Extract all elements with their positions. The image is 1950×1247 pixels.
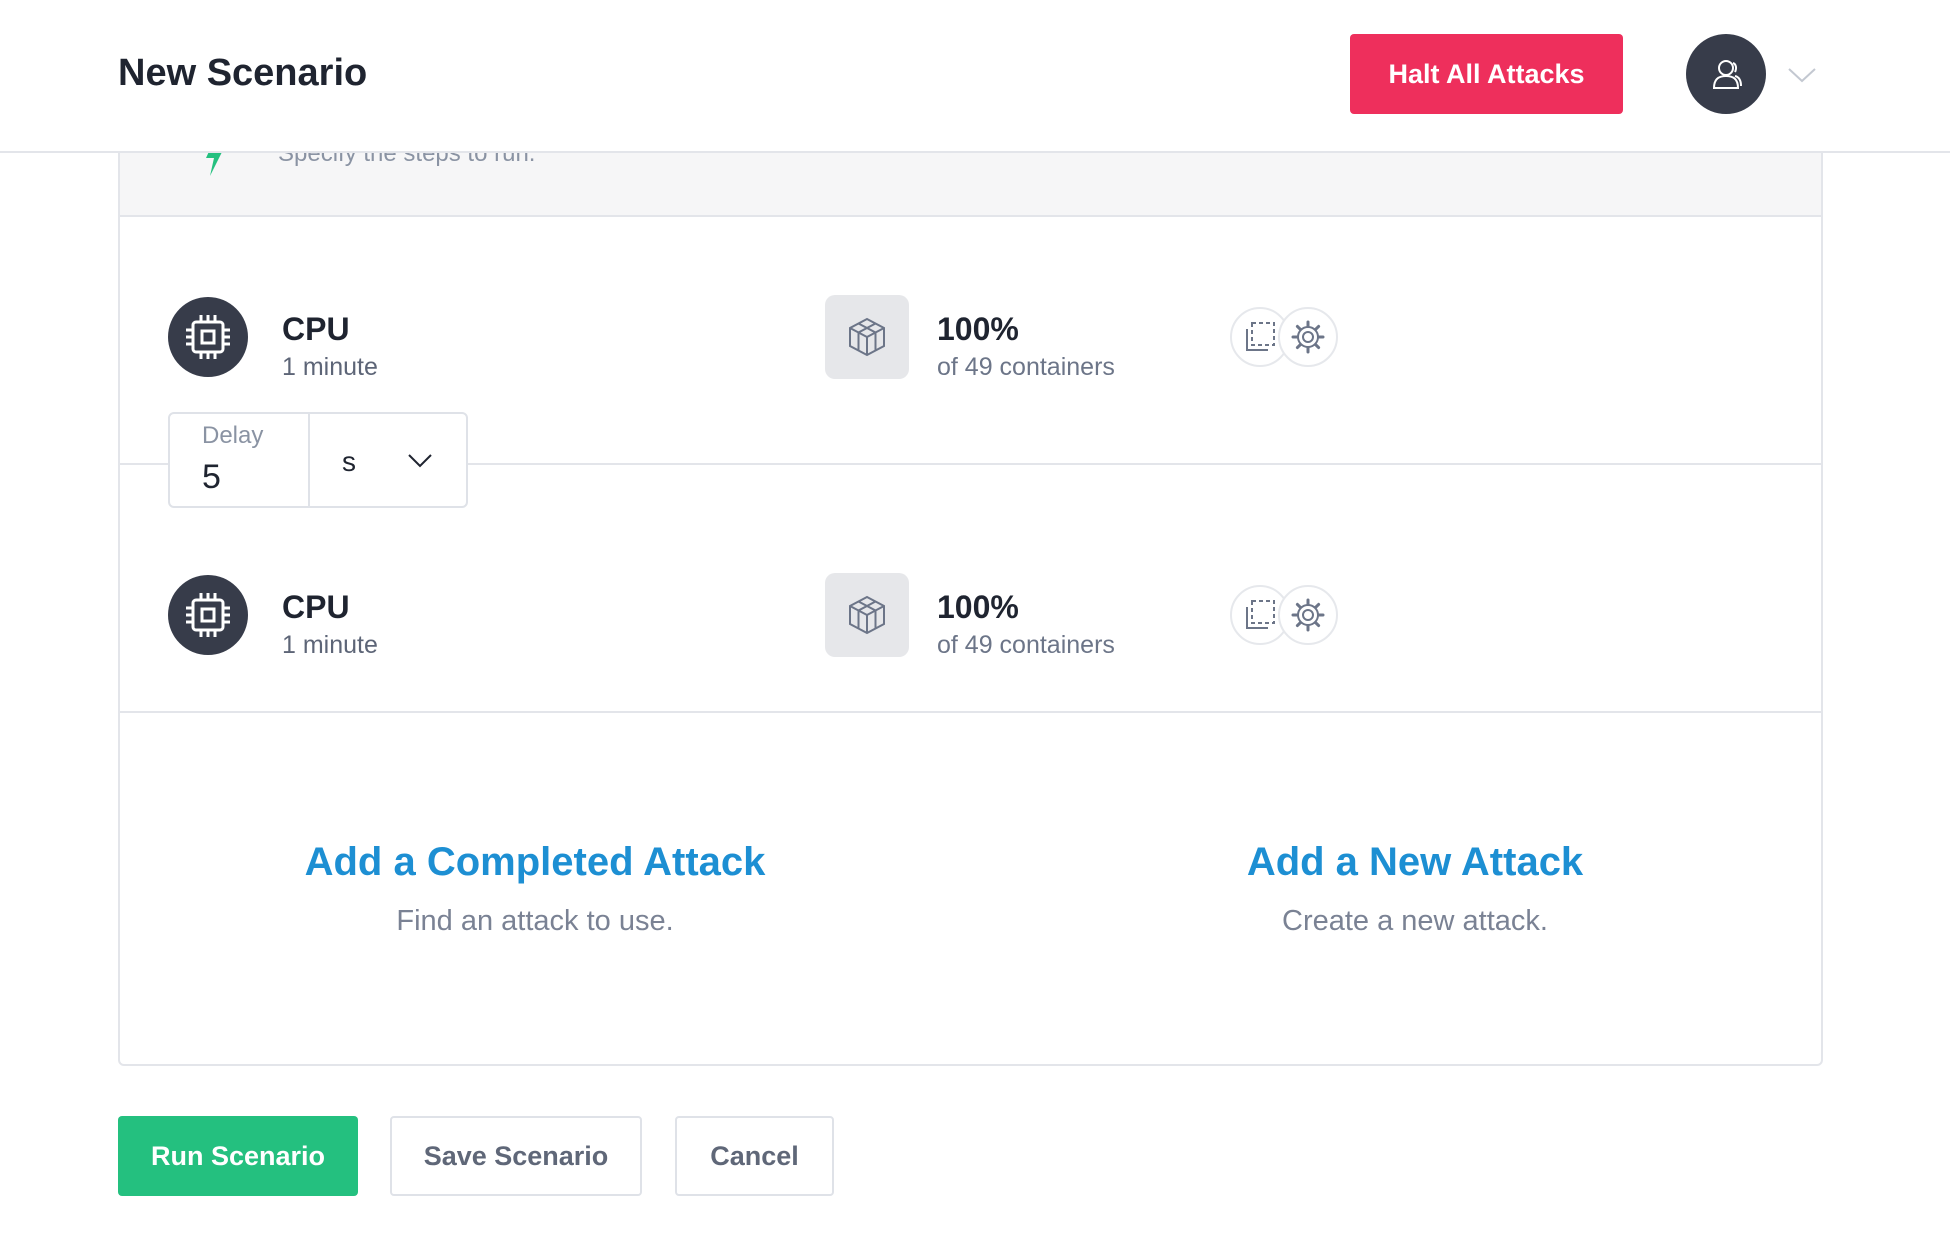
page: Specify the steps to run. CPU 1 minute 1… [0,0,1950,1247]
delay-unit: s [342,446,356,477]
container-cube-icon [825,573,909,657]
gear-icon[interactable] [1278,307,1338,367]
attack-length: 1 minute [282,353,378,381]
target-count: of 49 containers [937,631,1115,659]
add-completed-attack-description: Find an attack to use. [396,905,674,937]
chevron-down-icon[interactable] [1786,62,1818,88]
cpu-chip-icon [168,575,248,655]
run-scenario-button[interactable]: Run Scenario [118,1116,358,1196]
target-count: of 49 containers [937,353,1115,381]
attack-magnitude: 100% [937,311,1019,347]
add-new-attack[interactable]: Add a New Attack Create a new attack. [1120,840,1710,938]
page-title: New Scenario [118,52,368,94]
user-icon[interactable] [1686,34,1766,114]
delay-value-field[interactable]: Delay 5 [170,414,310,506]
delay-value: 5 [202,458,221,496]
cpu-chip-icon [168,297,248,377]
add-completed-attack-link[interactable]: Add a Completed Attack [240,840,830,885]
gear-icon[interactable] [1278,585,1338,645]
save-scenario-button[interactable]: Save Scenario [390,1116,642,1196]
attack-magnitude: 100% [937,589,1019,625]
scenario-steps-card: Specify the steps to run. CPU 1 minute 1… [118,120,1823,1066]
attack-name: CPU [282,589,350,625]
attack-length: 1 minute [282,631,378,659]
delay-label: Delay [202,422,264,449]
delay-unit-select[interactable]: s [310,414,466,506]
section-divider [120,711,1821,713]
add-new-attack-link[interactable]: Add a New Attack [1120,840,1710,885]
container-cube-icon [825,295,909,379]
cancel-button[interactable]: Cancel [675,1116,834,1196]
add-completed-attack[interactable]: Add a Completed Attack Find an attack to… [240,840,830,938]
chevron-down-icon [408,454,432,468]
halt-all-attacks-button[interactable]: Halt All Attacks [1350,34,1623,114]
attack-name: CPU [282,311,350,347]
top-header: New Scenario Halt All Attacks [0,0,1950,153]
add-new-attack-description: Create a new attack. [1282,905,1548,937]
delay-control: Delay 5 s [168,412,468,508]
